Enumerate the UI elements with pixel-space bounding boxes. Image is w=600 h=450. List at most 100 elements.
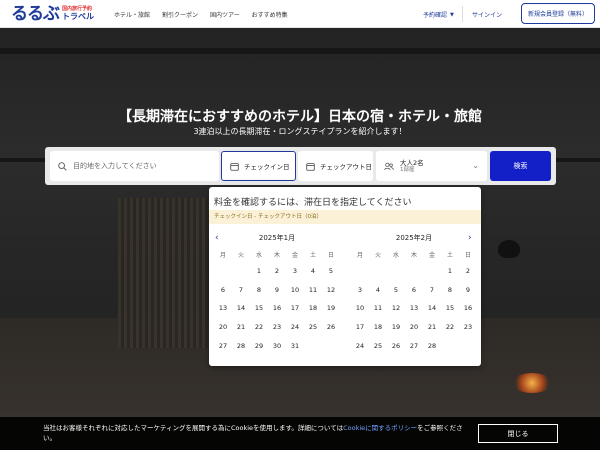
calendar-day[interactable]: 13 (405, 304, 423, 312)
calendar-day[interactable]: 22 (441, 323, 459, 331)
reservation-check-menu[interactable]: 予約確認 ▼ (423, 10, 454, 20)
calendar-day[interactable]: 12 (387, 304, 405, 312)
calendar-day[interactable]: 1 (250, 267, 268, 275)
calendar-day[interactable]: 30 (268, 342, 286, 350)
calendar-day[interactable]: 14 (232, 304, 250, 312)
calendar-day[interactable]: 15 (250, 304, 268, 312)
calendar-day[interactable]: 20 (214, 323, 232, 331)
calendar-day[interactable]: 6 (214, 286, 232, 294)
page-subtitle: 3連泊以上の長期滞在・ロングステイプランを紹介します！ (193, 127, 407, 136)
calendar-day[interactable]: 1 (441, 267, 459, 275)
calendar-month-february: 2025年2月 月火水木金土日 1 2 3 4 5 6 7 8 9 10 11 12 13 14 15 16 1… (351, 233, 477, 355)
logo-subtext-bottom: トラベル (62, 12, 94, 21)
header-divider (462, 6, 463, 22)
calendar-day[interactable]: 9 (268, 286, 286, 294)
calendar-day[interactable]: 6 (405, 286, 423, 294)
calendar-day[interactable]: 2 (459, 267, 477, 275)
calendar-day[interactable]: 9 (459, 286, 477, 294)
cookie-banner: 当社はお客様それぞれに対応したマーケティングを展開する為にCookieを使用しま… (0, 417, 600, 450)
calendar-day[interactable]: 8 (250, 286, 268, 294)
calendar-day[interactable]: 22 (250, 323, 268, 331)
weekday-label: 金 (291, 252, 298, 259)
calendar-day[interactable]: 3 (286, 267, 304, 275)
month-title: 2025年2月 (395, 234, 433, 242)
calendar-day[interactable]: 10 (286, 286, 304, 294)
weekday-header: 月火水木金土日 (214, 250, 340, 262)
calendar-day[interactable]: 24 (351, 342, 369, 350)
calendar-day[interactable]: 21 (232, 323, 250, 331)
calendar-day[interactable]: 15 (441, 304, 459, 312)
calendar-day[interactable]: 7 (423, 286, 441, 294)
calendar-day[interactable]: 5 (387, 286, 405, 294)
calendar-day[interactable]: 2 (268, 267, 286, 275)
checkout-field[interactable]: チェックアウト日 (298, 151, 373, 181)
weekday-label: 水 (255, 252, 262, 259)
calendar-day[interactable]: 3 (351, 286, 369, 294)
nav-features[interactable]: おすすめ特集 (252, 10, 288, 19)
calendar-day[interactable]: 13 (214, 304, 232, 312)
destination-input[interactable]: 目的地を入力してください (50, 151, 219, 181)
search-bar: 目的地を入力してください チェックイン日 チェックアウト日 大人2名 1部屋 ⌄… (45, 147, 556, 185)
calendar-day[interactable]: 16 (459, 304, 477, 312)
signin-link[interactable]: サインイン (472, 10, 502, 19)
calendar-day[interactable]: 26 (387, 342, 405, 350)
calendar-day[interactable]: 18 (304, 304, 322, 312)
guests-selector[interactable]: 大人2名 1部屋 ⌄ (376, 151, 487, 181)
calendar-day[interactable]: 8 (441, 286, 459, 294)
week-row: 3456789 (351, 281, 477, 300)
calendar-day[interactable]: 16 (268, 304, 286, 312)
calendar-day[interactable]: 28 (423, 342, 441, 350)
calendar-day[interactable]: 23 (268, 323, 286, 331)
cookie-message-text: 当社はお客様それぞれに対応したマーケティングを展開する為にCookieを使用しま… (43, 424, 344, 432)
calendar-day[interactable]: 11 (369, 304, 387, 312)
calendar-day[interactable]: 23 (459, 323, 477, 331)
calendar-day[interactable]: 25 (369, 342, 387, 350)
register-button[interactable]: 新規会員登録（無料） (521, 3, 595, 24)
rurubu-logo[interactable]: るるぶ 国内旅行予約 トラベル (11, 4, 94, 24)
week-row: 20 21 22 23 24 25 26 (214, 318, 340, 337)
calendar-day[interactable]: 25 (304, 323, 322, 331)
weekday-label: 火 (237, 252, 244, 259)
guests-count: 大人2名 (400, 158, 424, 167)
logo-subtext: 国内旅行予約 トラベル (62, 7, 94, 21)
calendar-day[interactable]: 31 (286, 342, 304, 350)
calendar-day[interactable]: 24 (286, 323, 304, 331)
calendar-day[interactable]: 19 (387, 323, 405, 331)
calendar-month-january: 2025年1月 月火水木金土日 1 2 3 4 5 6 7 8 9 10 11 12 13 14 15 16 1… (214, 233, 340, 355)
checkin-label: チェックイン日 (244, 163, 290, 171)
calendar-day[interactable]: 27 (405, 342, 423, 350)
search-button[interactable]: 検索 (490, 151, 551, 181)
calendar-day[interactable]: 17 (351, 323, 369, 331)
checkin-field[interactable]: チェックイン日 (221, 151, 296, 181)
weekday-label: 火 (374, 252, 381, 259)
nav-coupons[interactable]: 割引クーポン (162, 10, 198, 19)
weekday-label: 土 (446, 252, 453, 259)
weekday-label: 水 (392, 252, 399, 259)
calendar-day[interactable]: 29 (250, 342, 268, 350)
nav-tours[interactable]: 国内ツアー (210, 10, 240, 19)
reservation-check-label: 予約確認 (423, 12, 448, 19)
calendar-day[interactable]: 27 (214, 342, 232, 350)
calendar-day[interactable]: 26 (322, 323, 340, 331)
calendar-day[interactable]: 4 (304, 267, 322, 275)
cookie-close-button[interactable]: 閉じる (478, 424, 558, 443)
calendar-day[interactable]: 7 (232, 286, 250, 294)
calendar-day[interactable]: 10 (351, 304, 369, 312)
cookie-policy-link[interactable]: Cookieに関するポリシー (343, 424, 417, 432)
week-row: 12 (351, 262, 477, 281)
weekday-label: 日 (464, 252, 471, 259)
calendar-day[interactable]: 11 (304, 286, 322, 294)
nav-hotels[interactable]: ホテル・旅館 (114, 10, 150, 19)
calendar-day[interactable]: 4 (369, 286, 387, 294)
calendar-day[interactable]: 17 (286, 304, 304, 312)
calendar-day[interactable]: 5 (322, 267, 340, 275)
calendar-day[interactable]: 19 (322, 304, 340, 312)
calendar-day[interactable]: 28 (232, 342, 250, 350)
calendar-day[interactable]: 20 (405, 323, 423, 331)
calendar-day[interactable]: 14 (423, 304, 441, 312)
weekday-label: 月 (356, 252, 363, 259)
calendar-day[interactable]: 21 (423, 323, 441, 331)
weekday-label: 月 (219, 252, 226, 259)
calendar-day[interactable]: 18 (369, 323, 387, 331)
calendar-day[interactable]: 12 (322, 286, 340, 294)
